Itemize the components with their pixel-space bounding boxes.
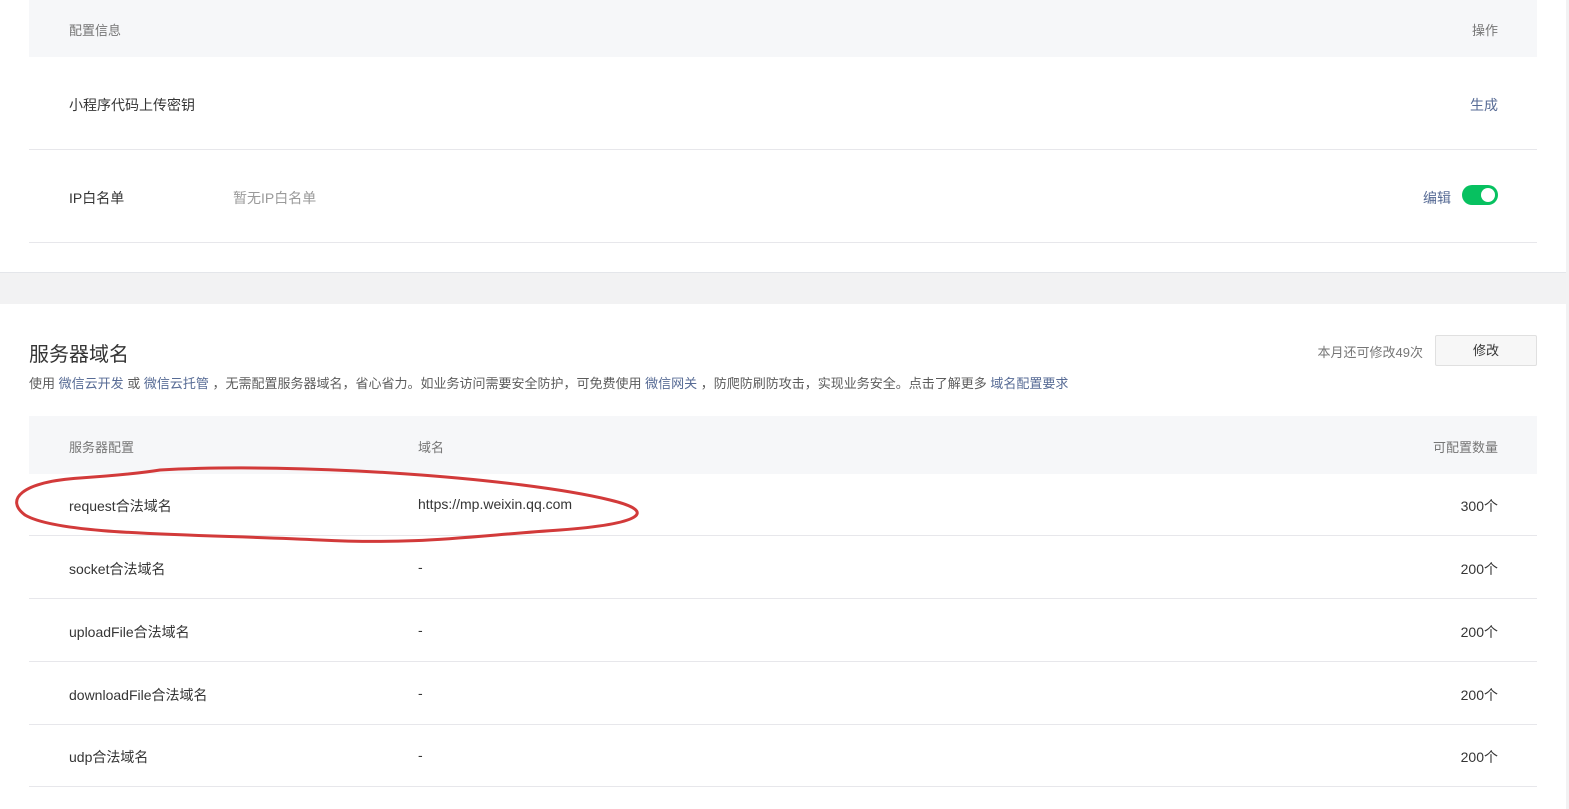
row-config-name: socket合法域名 <box>69 561 166 577</box>
row-count: 300个 <box>1460 498 1498 514</box>
desc-text-3: ，无需配置服务器域名，省心省力。如业务访问需要安全防护，可免费使用 <box>208 376 646 391</box>
desc-text-1: 使用 <box>29 376 59 391</box>
edit-link[interactable]: 编辑 <box>1423 188 1451 208</box>
modify-button[interactable]: 修改 <box>1435 335 1537 366</box>
modify-quota-text: 本月还可修改49次 <box>1317 345 1423 360</box>
header-count: 可配置数量 <box>1432 440 1498 455</box>
row-domain-value: - <box>418 622 423 638</box>
table-row: uploadFile合法域名 - 200个 <box>29 600 1537 662</box>
row-domain-value: - <box>418 747 423 763</box>
row-count: 200个 <box>1460 561 1498 577</box>
toggle-knob <box>1481 188 1495 202</box>
config-row-upload-key: 小程序代码上传密钥 生成 <box>29 57 1537 150</box>
section-title: 服务器域名 <box>29 344 129 366</box>
table-row: socket合法域名 - 200个 <box>29 537 1537 599</box>
config-table-header: 配置信息 操作 <box>29 0 1537 57</box>
domain-requirements-link[interactable]: 域名配置要求 <box>990 376 1068 391</box>
row-count: 200个 <box>1460 687 1498 703</box>
config-card: 配置信息 操作 小程序代码上传密钥 生成 IP白名单 暂无IP白名单 编辑 <box>0 0 1566 273</box>
row-config-name: uploadFile合法域名 <box>69 624 190 640</box>
gateway-link[interactable]: 微信网关 <box>645 376 697 391</box>
row-config-name: downloadFile合法域名 <box>69 687 208 703</box>
server-domain-card: 服务器域名 本月还可修改49次 修改 使用 微信云开发 或 微信云托管 ，无需配… <box>0 304 1566 809</box>
section-description: 使用 微信云开发 或 微信云托管 ，无需配置服务器域名，省心省力。如业务访问需要… <box>29 373 1068 392</box>
ip-whitelist-value: 暂无IP白名单 <box>233 190 317 206</box>
header-domain: 域名 <box>418 440 445 455</box>
header-server-config: 服务器配置 <box>69 440 135 455</box>
cloud-hosting-link[interactable]: 微信云托管 <box>144 376 209 391</box>
row-count: 200个 <box>1460 624 1498 640</box>
ip-whitelist-label: IP白名单 <box>69 190 125 206</box>
header-action: 操作 <box>1471 23 1498 38</box>
desc-text-4: ，防爬防刷防攻击，实现业务安全。点击了解更多 <box>697 376 991 391</box>
row-count: 200个 <box>1460 749 1498 765</box>
row-config-name: udp合法域名 <box>69 749 149 765</box>
config-row-ip-whitelist: IP白名单 暂无IP白名单 编辑 <box>29 150 1537 243</box>
domain-table-header: 服务器配置 域名 可配置数量 <box>29 416 1537 474</box>
table-row: downloadFile合法域名 - 200个 <box>29 663 1537 725</box>
row-domain-value: https://mp.weixin.qq.com <box>418 496 573 512</box>
header-config-info: 配置信息 <box>69 23 122 38</box>
generate-link[interactable]: 生成 <box>1470 95 1498 115</box>
desc-text-2: 或 <box>123 376 144 391</box>
upload-key-label: 小程序代码上传密钥 <box>69 97 195 113</box>
table-row: udp合法域名 - 200个 <box>29 725 1537 787</box>
ip-whitelist-toggle[interactable] <box>1462 185 1498 205</box>
row-config-name: request合法域名 <box>69 498 172 514</box>
row-domain-value: - <box>418 559 423 575</box>
table-row: request合法域名 https://mp.weixin.qq.com 300… <box>29 474 1537 536</box>
row-domain-value: - <box>418 685 423 701</box>
cloud-dev-link[interactable]: 微信云开发 <box>59 376 124 391</box>
